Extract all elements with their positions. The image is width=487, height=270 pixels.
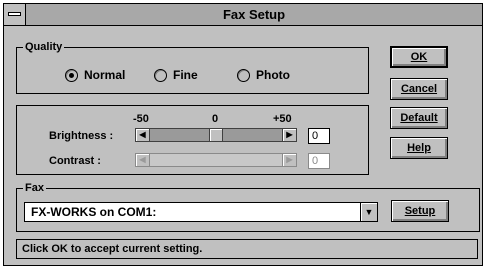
contrast-label: Contrast : xyxy=(49,155,101,167)
title-bar[interactable]: Fax Setup xyxy=(4,4,482,26)
fax-device-value: FX-WORKS on COM1: xyxy=(31,205,157,219)
brightness-scrollbar[interactable]: ◀ ▶ xyxy=(135,128,297,142)
dropdown-arrow-icon[interactable]: ▼ xyxy=(360,203,377,221)
radio-fine-indicator xyxy=(154,68,167,82)
contrast-scrollbar[interactable]: ◀ ▶ xyxy=(135,153,297,167)
radio-normal-indicator xyxy=(65,68,78,82)
setup-button[interactable]: Setup xyxy=(391,200,449,222)
brightness-value[interactable]: 0 xyxy=(308,128,330,144)
window-title: Fax Setup xyxy=(222,7,286,22)
scroll-left-arrow-icon[interactable]: ◀ xyxy=(136,129,150,141)
contrast-value[interactable]: 0 xyxy=(308,153,330,169)
fax-device-dropdown[interactable]: FX-WORKS on COM1: ▼ xyxy=(24,202,378,222)
radio-fine[interactable]: Fine xyxy=(154,68,198,82)
radio-photo-indicator xyxy=(237,68,250,82)
brightness-thumb[interactable] xyxy=(209,129,223,141)
tick-mid-label: 0 xyxy=(212,113,219,125)
cancel-button[interactable]: Cancel xyxy=(390,78,448,100)
help-button[interactable]: Help xyxy=(390,137,448,159)
status-text: Click OK to accept current setting. xyxy=(22,243,203,255)
status-bar: Click OK to accept current setting. xyxy=(16,239,478,259)
radio-photo[interactable]: Photo xyxy=(237,68,290,82)
radio-photo-label: Photo xyxy=(256,68,290,82)
default-button[interactable]: Default xyxy=(390,107,448,129)
radio-fine-label: Fine xyxy=(173,68,198,82)
system-menu-button[interactable] xyxy=(4,4,26,25)
scroll-right-arrow-icon[interactable]: ▶ xyxy=(282,154,296,166)
radio-normal-label: Normal xyxy=(84,68,126,82)
brightness-label: Brightness : xyxy=(49,130,114,142)
tick-max-label: +50 xyxy=(273,113,292,125)
adjustment-group: -50 0 +50 Brightness : ◀ ▶ 0 Contrast : … xyxy=(16,105,369,175)
quality-group: Quality Normal Fine Photo xyxy=(16,40,369,94)
fax-setup-window: Fax Setup Quality Normal Fine Photo OK C… xyxy=(3,3,483,266)
radio-normal[interactable]: Normal xyxy=(65,68,125,82)
quality-group-label: Quality xyxy=(23,40,65,54)
fax-group-label: Fax xyxy=(23,181,46,195)
scroll-left-arrow-icon[interactable]: ◀ xyxy=(136,154,150,166)
system-menu-icon xyxy=(8,12,21,16)
scroll-right-arrow-icon[interactable]: ▶ xyxy=(282,129,296,141)
tick-min-label: -50 xyxy=(133,113,149,125)
ok-button[interactable]: OK xyxy=(390,46,448,68)
fax-group: Fax FX-WORKS on COM1: ▼ Setup xyxy=(16,181,480,232)
